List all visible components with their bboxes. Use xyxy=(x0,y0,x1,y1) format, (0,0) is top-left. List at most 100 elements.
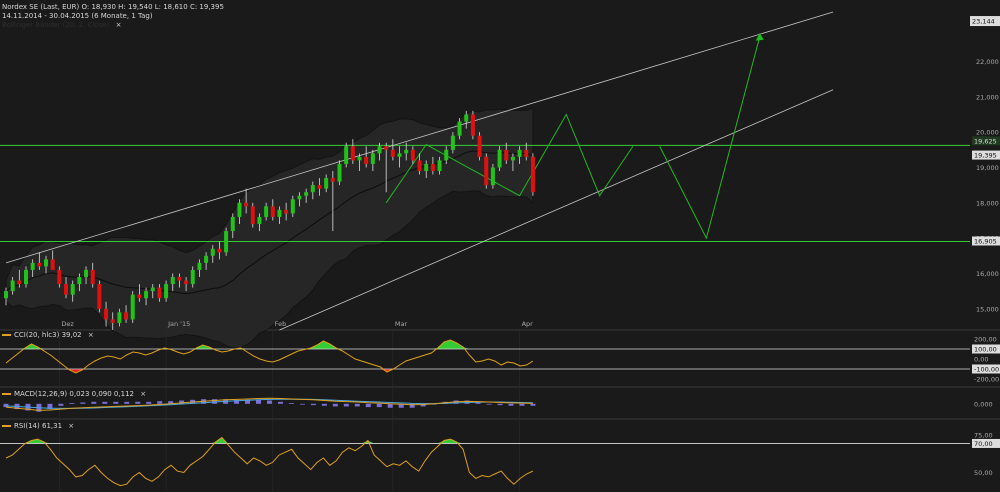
macd-histogram-bar xyxy=(332,403,338,407)
candle xyxy=(290,199,295,214)
candle xyxy=(197,262,202,270)
candle xyxy=(357,156,362,161)
candle xyxy=(50,259,55,270)
candle xyxy=(237,202,242,217)
rsi-header: RSI(14) 61,31 × xyxy=(2,422,74,431)
macd-label: MACD(12,26,9) xyxy=(14,390,68,398)
macd-histogram-bar xyxy=(365,403,371,408)
date-range: 14.11.2014 - 30.04.2015 (6 Monate, 1 Tag… xyxy=(2,12,153,21)
candle xyxy=(410,149,415,161)
candle xyxy=(277,209,282,217)
candle xyxy=(190,269,195,285)
bollinger-header: Bollinger Bänder (20, 2, Close) × xyxy=(2,21,122,30)
candle xyxy=(530,156,535,193)
candle xyxy=(57,269,62,285)
macd-histogram-bar xyxy=(486,403,492,405)
candle xyxy=(364,156,369,164)
candle xyxy=(350,146,355,161)
rsi-y-tick-label: 75,00 xyxy=(974,432,993,440)
candle xyxy=(84,269,89,277)
candle xyxy=(490,167,495,186)
candle xyxy=(270,206,275,217)
macd-histogram-bar xyxy=(255,399,261,404)
candle xyxy=(144,291,149,299)
x-tick-label: Jan '15 xyxy=(167,320,190,328)
candle xyxy=(517,149,522,157)
candle xyxy=(444,149,449,161)
x-tick-label: Feb xyxy=(275,320,287,328)
candle xyxy=(377,146,382,154)
candle xyxy=(324,178,329,189)
price-chart[interactable]: Dez Jan '15 Feb Mar Apr 23,144 22,000 21,000 20,… xyxy=(0,0,1000,492)
y-tick-label: 15,000 xyxy=(976,305,999,313)
candle xyxy=(130,294,135,320)
macd-histogram-bar xyxy=(266,400,272,404)
candle xyxy=(510,156,515,161)
candle xyxy=(317,185,322,189)
macd-histogram-bar xyxy=(277,401,283,404)
candle xyxy=(457,121,462,136)
rsi-y-tick-label: 50,00 xyxy=(974,469,993,477)
candle xyxy=(470,114,475,136)
candle xyxy=(124,312,129,320)
rsi-label: RSI(14) xyxy=(14,422,40,430)
candle xyxy=(390,149,395,157)
candle xyxy=(297,195,302,200)
candle xyxy=(97,284,102,309)
x-tick-label: Apr xyxy=(522,320,534,328)
macd-histogram-bar xyxy=(146,401,152,404)
candle xyxy=(524,149,529,157)
candle xyxy=(4,291,8,299)
macd-histogram-bar xyxy=(91,401,97,404)
candle xyxy=(344,146,349,164)
candle xyxy=(37,262,42,267)
macd-histogram-bar xyxy=(80,402,86,404)
close-icon[interactable]: × xyxy=(88,331,94,340)
y-tick-label: 19,000 xyxy=(976,164,999,172)
price-tag-label: 19,395 xyxy=(974,152,997,160)
candle xyxy=(210,248,215,256)
candle xyxy=(424,163,429,171)
cci-swatch xyxy=(2,334,11,336)
candle xyxy=(117,312,122,323)
close-icon[interactable]: × xyxy=(140,390,146,399)
macd-histogram-bar xyxy=(519,403,525,406)
macd-histogram-bar xyxy=(135,401,141,404)
candle xyxy=(170,277,175,285)
macd-histogram-bar xyxy=(69,403,75,404)
candle xyxy=(484,156,489,186)
y-tick-label: 23,144 xyxy=(972,18,995,26)
candle xyxy=(450,135,455,150)
candle xyxy=(250,206,255,224)
close-icon[interactable]: × xyxy=(68,422,74,431)
date-range-label: 14.11.2014 - 30.04.2015 (6 Monate, 1 Tag… xyxy=(2,12,153,20)
candle xyxy=(70,284,75,295)
candle xyxy=(157,287,162,299)
macd-histogram-bar xyxy=(530,403,536,406)
macd-y-tick-label: 0,000 xyxy=(974,400,993,408)
price-tag-label: 16,905 xyxy=(974,237,997,245)
rsi-swatch xyxy=(2,425,11,427)
cci-y-tick-label: 0,00 xyxy=(974,356,988,364)
candle xyxy=(137,294,142,299)
macd-histogram-bar xyxy=(102,401,108,404)
candle xyxy=(504,149,509,161)
macd-histogram-bar xyxy=(310,403,316,406)
macd-histogram-bar xyxy=(497,403,503,406)
macd-histogram-bar xyxy=(58,403,64,406)
macd-histogram-bar xyxy=(376,403,382,408)
instrument-title: Nordex SE (Last, EUR) O: 18,930 H: 19,54… xyxy=(2,3,224,11)
candle xyxy=(150,287,155,292)
candle xyxy=(330,178,335,182)
candle xyxy=(370,153,375,164)
macd-histogram-bar xyxy=(387,403,393,408)
cci-label: CCI(20, hlc3) xyxy=(14,331,60,339)
candle xyxy=(257,216,262,224)
price-tag-label: 19,625 xyxy=(974,137,997,145)
candle xyxy=(204,255,209,263)
macd-histogram-bar xyxy=(343,403,349,407)
macd-values: 0,023 0,090 0,112 xyxy=(69,390,134,398)
cci-value: 39,02 xyxy=(61,331,82,339)
candle xyxy=(244,202,249,207)
close-icon[interactable]: × xyxy=(116,21,122,30)
